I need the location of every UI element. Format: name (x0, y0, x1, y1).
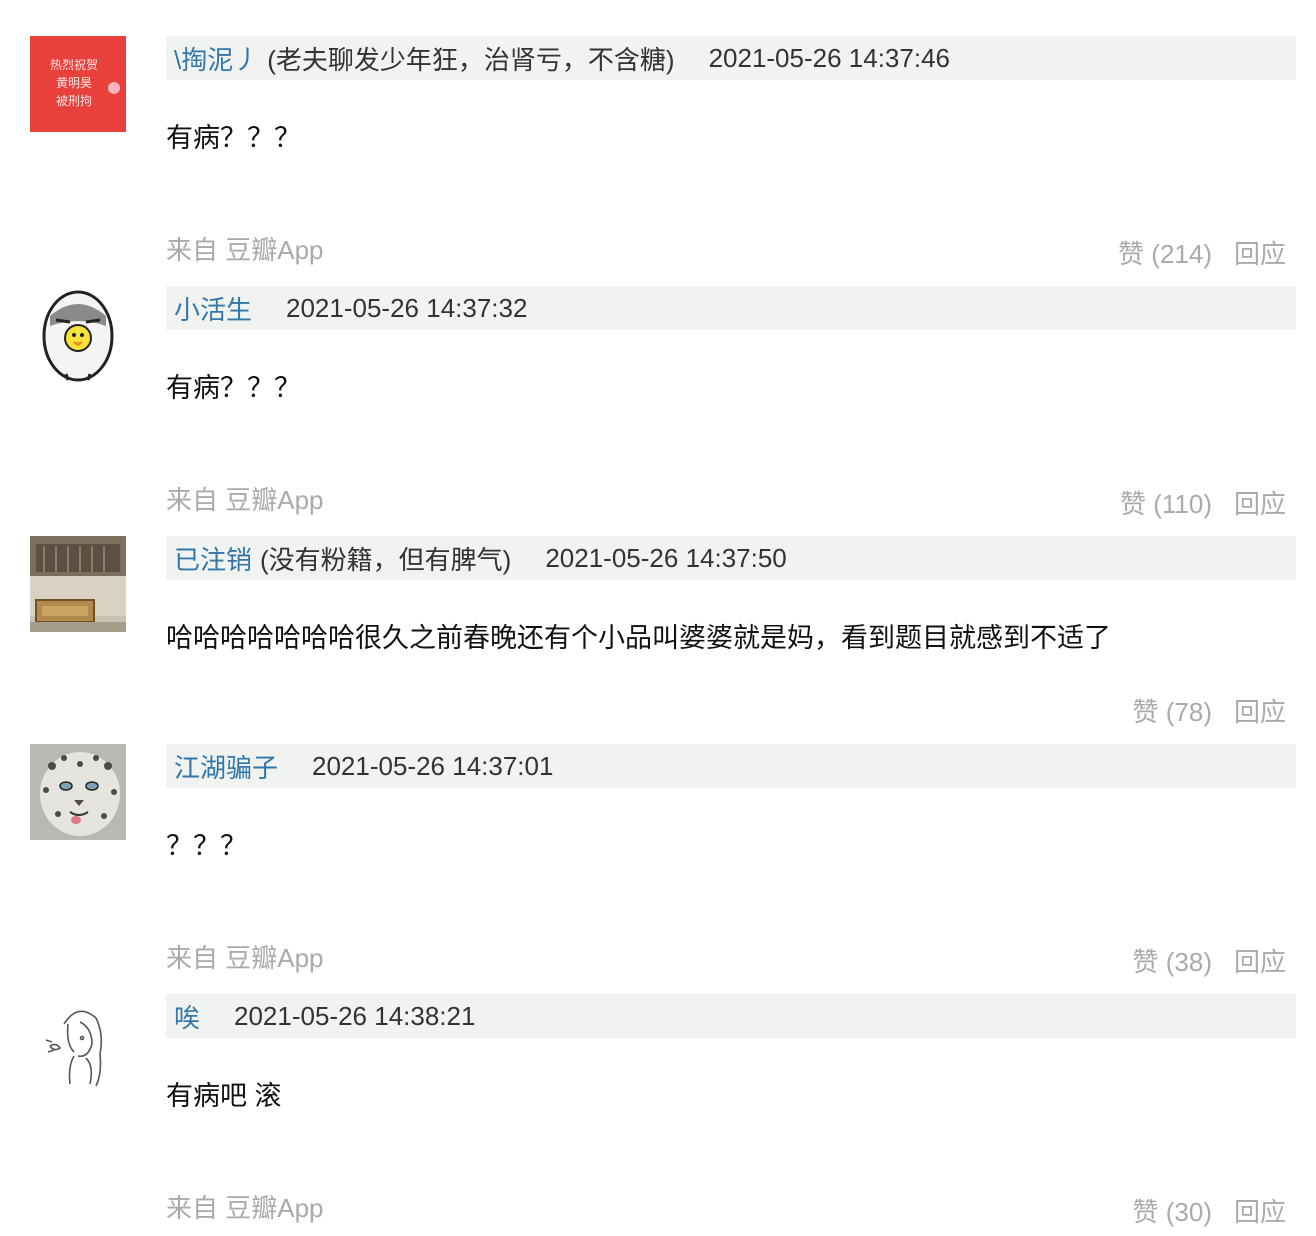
comment-text: ？？？ (166, 831, 247, 861)
comment-header: 江湖骗子 2021-05-26 14:37:01 (166, 744, 1296, 788)
avatar[interactable] (30, 994, 126, 1090)
avatar-banner-text: 被刑拘 (56, 94, 92, 108)
like-button[interactable]: 赞 (214) (1118, 234, 1212, 271)
avatar[interactable] (30, 536, 126, 632)
reply-button[interactable]: 回应 (1234, 234, 1286, 271)
comment-header: \掏泥丿 (老夫聊发少年狂，治肾亏，不含糖) 2021-05-26 14:37:… (166, 36, 1296, 80)
like-button[interactable]: 赞 (110) (1120, 484, 1212, 521)
avatar-banner-text: 热烈祝贺 (50, 58, 98, 72)
author-link[interactable]: \掏泥丿 (174, 40, 259, 77)
comment-time: 2021-05-26 14:38:21 (234, 1000, 476, 1031)
comment-source: 来自 豆瓣App (166, 235, 324, 265)
comment-source: 来自 豆瓣App (166, 485, 324, 515)
author-signature: (老夫聊发少年狂，治肾亏，不含糖) (267, 44, 675, 75)
avatar[interactable] (30, 286, 126, 382)
comment-time: 2021-05-26 14:37:46 (708, 42, 950, 73)
comment-text: 有病？？？ (166, 123, 301, 153)
comment-text: 哈哈哈哈哈哈哈很久之前春晚还有个小品叫婆婆就是妈，看到题目就感到不适了 (166, 623, 1111, 653)
snow-leopard-avatar-icon (30, 744, 126, 840)
comment-text: 有病？？？ (166, 373, 301, 403)
like-button[interactable]: 赞 (30) (1133, 1192, 1212, 1229)
comment-actions: 赞 (78) 回应 (1133, 692, 1286, 729)
building-photo-avatar-icon (30, 536, 126, 632)
like-button[interactable]: 赞 (38) (1133, 942, 1212, 979)
avatar-banner-text: 黄明昊 (56, 76, 92, 90)
comment-header: 已注销 (没有粉籍，但有脾气) 2021-05-26 14:37:50 (166, 536, 1296, 580)
comment-header: 小活生 2021-05-26 14:37:32 (166, 286, 1296, 330)
reply-button[interactable]: 回应 (1234, 942, 1286, 979)
comment-header: 唉 2021-05-26 14:38:21 (166, 994, 1296, 1038)
girl-sketch-avatar-icon (30, 994, 126, 1090)
red-banner-avatar-icon: 热烈祝贺 黄明昊 被刑拘 (30, 36, 126, 132)
comment-actions: 赞 (110) 回应 (1120, 484, 1286, 521)
reply-button[interactable]: 回应 (1234, 1192, 1286, 1229)
comment-source: 来自 豆瓣App (166, 943, 324, 973)
comment-text: 有病吧 滚 (166, 1081, 282, 1111)
comment-actions: 赞 (38) 回应 (1133, 942, 1286, 979)
author-link[interactable]: 江湖骗子 (174, 748, 278, 785)
author-link[interactable]: 唉 (174, 998, 200, 1035)
like-button[interactable]: 赞 (78) (1133, 692, 1212, 729)
comment-time: 2021-05-26 14:37:50 (545, 542, 787, 573)
author-link[interactable]: 小活生 (174, 290, 252, 327)
author-link[interactable]: 已注销 (174, 540, 252, 577)
reply-button[interactable]: 回应 (1234, 692, 1286, 729)
avatar[interactable]: 热烈祝贺 黄明昊 被刑拘 (30, 36, 126, 132)
author-signature: (没有粉籍，但有脾气) (260, 544, 512, 575)
comment-time: 2021-05-26 14:37:01 (312, 750, 554, 781)
cartoon-chick-avatar-icon (30, 286, 126, 382)
comment-actions: 赞 (30) 回应 (1133, 1192, 1286, 1229)
comment-actions: 赞 (214) 回应 (1118, 234, 1286, 271)
reply-button[interactable]: 回应 (1234, 484, 1286, 521)
avatar[interactable] (30, 744, 126, 840)
comment-time: 2021-05-26 14:37:32 (286, 292, 528, 323)
comment-source: 来自 豆瓣App (166, 1193, 324, 1223)
